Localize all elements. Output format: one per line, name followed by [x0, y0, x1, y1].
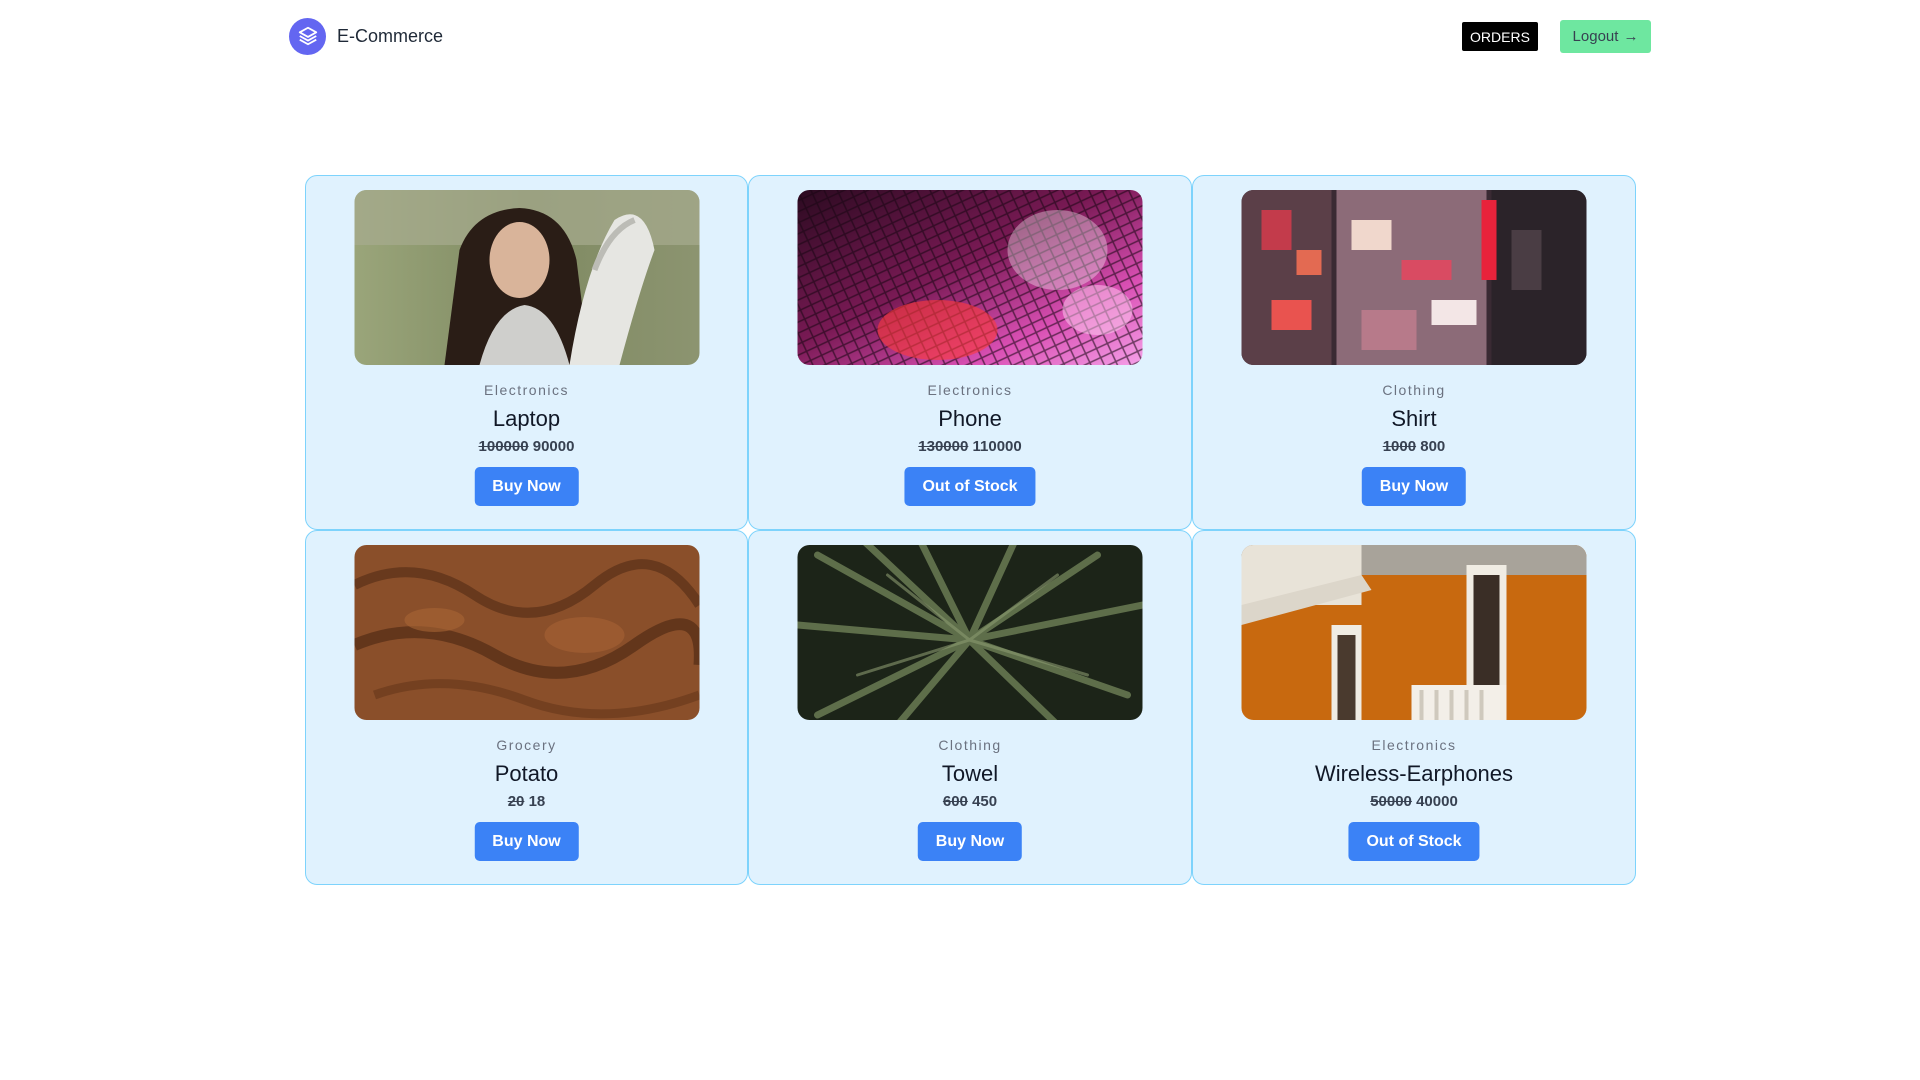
product-price: 50000 40000: [1193, 793, 1635, 810]
arrow-right-icon: →: [1623, 28, 1639, 45]
product-category: Clothing: [938, 737, 1002, 753]
product-image-disco: [797, 190, 1143, 365]
top-navbar: E-Commerce ORDERS Logout →: [0, 0, 1920, 72]
buy-now-button[interactable]: Buy Now: [917, 822, 1023, 861]
product-category: Grocery: [496, 737, 557, 753]
product-image-brown-texture: [354, 545, 699, 720]
sale-price: 18: [528, 793, 546, 810]
product-price: 130000 110000: [749, 438, 1191, 455]
product-card: Electronics Wireless-Earphones 50000 400…: [1192, 530, 1636, 885]
product-price: 1000 800: [1193, 438, 1635, 455]
original-price: 130000: [918, 438, 969, 455]
original-price: 20: [507, 793, 525, 810]
logout-button[interactable]: Logout →: [1560, 20, 1651, 53]
product-card: Clothing Shirt 1000 800 Buy Now: [1192, 175, 1636, 530]
product-image-city-street: [1241, 190, 1587, 365]
original-price: 100000: [478, 438, 529, 455]
product-image-portrait: [354, 190, 699, 365]
product-card: Electronics Laptop 100000 90000 Buy Now: [305, 175, 748, 530]
original-price: 50000: [1370, 793, 1412, 810]
product-price: 600 450: [749, 793, 1191, 810]
product-title: Phone: [938, 406, 1002, 431]
out-of-stock-button[interactable]: Out of Stock: [904, 467, 1036, 506]
product-card: Electronics Phone 130000 110000 Out of S…: [748, 175, 1192, 530]
product-category: Electronics: [484, 382, 569, 398]
layers-logo-icon: [289, 17, 326, 55]
buy-now-button[interactable]: Buy Now: [474, 822, 579, 861]
product-title: Towel: [941, 761, 999, 786]
product-price: 100000 90000: [306, 438, 747, 455]
product-category: Electronics: [927, 382, 1013, 398]
product-image-palm-leaves: [797, 545, 1143, 720]
sale-price: 110000: [972, 438, 1022, 455]
buy-now-button[interactable]: Buy Now: [474, 467, 579, 506]
brand-link[interactable]: E-Commerce: [289, 17, 443, 55]
product-card: Clothing Towel 600 450 Buy Now: [748, 530, 1192, 885]
original-price: 1000: [1382, 438, 1417, 455]
product-card: Grocery Potato 20 18 Buy Now: [305, 530, 748, 885]
sale-price: 90000: [532, 438, 575, 455]
buy-now-button[interactable]: Buy Now: [1361, 467, 1467, 506]
product-title: Shirt: [1391, 406, 1437, 431]
product-price: 20 18: [306, 793, 747, 810]
logout-label: Logout: [1572, 28, 1619, 45]
product-category: Clothing: [1382, 382, 1446, 398]
sale-price: 450: [972, 793, 998, 810]
product-title: Potato: [494, 761, 559, 786]
original-price: 600: [942, 793, 968, 810]
sale-price: 800: [1420, 438, 1446, 455]
brand-name: E-Commerce: [337, 25, 444, 46]
product-image-orange-building: [1241, 545, 1587, 720]
product-category: Electronics: [1371, 737, 1457, 753]
sale-price: 40000: [1416, 793, 1458, 810]
product-title: Wireless-Earphones: [1314, 761, 1514, 786]
product-title: Laptop: [492, 406, 561, 431]
product-grid: Electronics Laptop 100000 90000 Buy Now: [305, 175, 1636, 885]
out-of-stock-button[interactable]: Out of Stock: [1348, 822, 1480, 861]
orders-button[interactable]: ORDERS: [1462, 22, 1538, 51]
